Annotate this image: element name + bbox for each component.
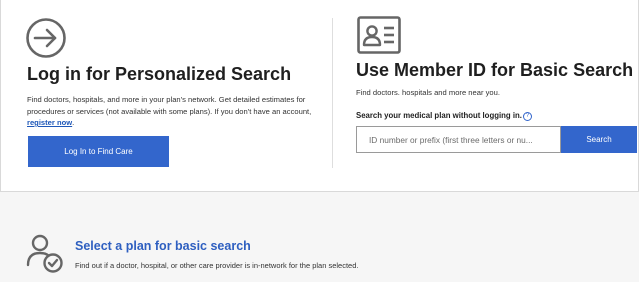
search-options-card: Log in for Personalized Search Find doct… [0, 0, 639, 192]
login-description: Find doctors, hospitals, and more in you… [27, 94, 327, 129]
search-button[interactable]: Search [561, 126, 637, 153]
search-plan-label-text: Search your medical plan without logging… [356, 111, 522, 120]
member-id-description: Find doctors. hospitals and more near yo… [356, 88, 500, 97]
select-plan-link[interactable]: Select a plan for basic search [75, 239, 251, 253]
login-title: Log in for Personalized Search [27, 64, 292, 84]
section-divider [332, 18, 333, 168]
person-check-icon [26, 234, 63, 273]
search-plan-label: Search your medical plan without logging… [356, 111, 532, 121]
help-icon[interactable]: ? [522, 112, 532, 121]
select-plan-description: Find out if a doctor, hospital, or other… [75, 261, 359, 270]
register-now-link[interactable]: register now [27, 118, 72, 127]
login-to-find-care-button[interactable]: Log In to Find Care [28, 136, 169, 167]
member-id-title: Use Member ID for Basic Search [356, 60, 634, 80]
login-arrow-icon [26, 18, 66, 58]
member-id-input[interactable] [356, 126, 561, 153]
id-card-icon [357, 16, 401, 54]
login-description-suffix: . [72, 118, 75, 127]
login-description-text: Find doctors, hospitals, and more in you… [27, 95, 312, 116]
